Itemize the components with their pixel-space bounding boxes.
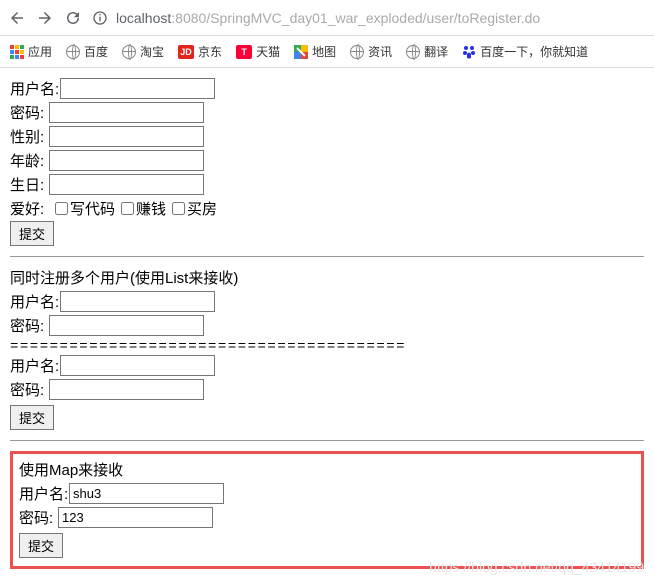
- hobby-label: 爱好:: [10, 198, 49, 219]
- jd-bookmark[interactable]: JD京东: [178, 43, 222, 60]
- password-label: 密码:: [10, 315, 49, 336]
- forward-button[interactable]: [36, 9, 54, 27]
- baidu-bookmark[interactable]: 百度: [66, 43, 108, 60]
- back-button[interactable]: [8, 9, 26, 27]
- hobby3-label: 买房: [187, 198, 217, 219]
- list-password-input-1[interactable]: [49, 315, 204, 336]
- birthday-label: 生日:: [10, 174, 49, 195]
- gender-input[interactable]: [49, 126, 204, 147]
- hobby1-label: 写代码: [70, 198, 115, 219]
- globe-icon: [66, 45, 80, 59]
- divider: [10, 256, 644, 257]
- form-list: 同时注册多个用户(使用List来接收) 用户名: 密码: ===========…: [10, 267, 644, 430]
- username-label: 用户名:: [10, 78, 60, 99]
- reload-button[interactable]: [64, 9, 82, 27]
- separator-text: ========================================: [10, 339, 644, 355]
- age-input[interactable]: [49, 150, 204, 171]
- form-basic: 用户名: 密码: 性别: 年龄: 生日: 爱好: 写代码 赚钱 买房 提交: [10, 78, 644, 246]
- baidu-hp-bookmark[interactable]: 百度一下，你就知道: [462, 43, 588, 60]
- baidu-icon: [462, 45, 476, 59]
- map-bookmark[interactable]: 地图: [294, 43, 336, 60]
- username-input[interactable]: [60, 78, 215, 99]
- taobao-bookmark[interactable]: 淘宝: [122, 43, 164, 60]
- password-input[interactable]: [49, 102, 204, 123]
- tmall-bookmark[interactable]: T天猫: [236, 43, 280, 60]
- username-label: 用户名:: [10, 355, 60, 376]
- apps-icon: [10, 45, 24, 59]
- map-password-input[interactable]: [58, 507, 213, 528]
- globe-icon: [350, 45, 364, 59]
- submit-button[interactable]: 提交: [19, 533, 63, 558]
- submit-button[interactable]: 提交: [10, 405, 54, 430]
- form-list-title: 同时注册多个用户(使用List来接收): [10, 267, 644, 288]
- form-map-highlighted: 使用Map来接收 用户名: 密码: 提交: [10, 451, 644, 569]
- map-username-input[interactable]: [69, 483, 224, 504]
- username-label: 用户名:: [10, 291, 60, 312]
- submit-button[interactable]: 提交: [10, 221, 54, 246]
- bookmarks-bar: 应用 百度 淘宝 JD京东 T天猫 地图 资讯 翻译 百度一下，你就知道: [0, 36, 654, 68]
- url-text: localhost:8080/SpringMVC_day01_war_explo…: [116, 10, 540, 26]
- globe-icon: [406, 45, 420, 59]
- globe-icon: [122, 45, 136, 59]
- hobby-checkbox-code[interactable]: [55, 202, 68, 215]
- info-icon: [92, 10, 108, 26]
- username-label: 用户名:: [19, 483, 69, 504]
- list-password-input-2[interactable]: [49, 379, 204, 400]
- list-username-input-2[interactable]: [60, 355, 215, 376]
- list-username-input-1[interactable]: [60, 291, 215, 312]
- browser-toolbar: localhost:8080/SpringMVC_day01_war_explo…: [0, 0, 654, 36]
- divider: [10, 440, 644, 441]
- age-label: 年龄:: [10, 150, 49, 171]
- hobby-checkbox-money[interactable]: [121, 202, 134, 215]
- hobby-checkbox-house[interactable]: [172, 202, 185, 215]
- map-icon: [294, 45, 308, 59]
- tmall-icon: T: [236, 45, 252, 59]
- apps-bookmark[interactable]: 应用: [10, 43, 52, 60]
- apps-label: 应用: [28, 43, 52, 60]
- news-bookmark[interactable]: 资讯: [350, 43, 392, 60]
- jd-icon: JD: [178, 45, 194, 59]
- form-map-title: 使用Map来接收: [19, 459, 635, 480]
- gender-label: 性别:: [10, 126, 49, 147]
- translate-bookmark[interactable]: 翻译: [406, 43, 448, 60]
- password-label: 密码:: [10, 102, 49, 123]
- password-label: 密码:: [19, 507, 58, 528]
- address-bar[interactable]: localhost:8080/SpringMVC_day01_war_explo…: [92, 10, 646, 26]
- page-content: 用户名: 密码: 性别: 年龄: 生日: 爱好: 写代码 赚钱 买房 提交 同时…: [0, 68, 654, 579]
- password-label: 密码:: [10, 379, 49, 400]
- hobby2-label: 赚钱: [136, 198, 166, 219]
- birthday-input[interactable]: [49, 174, 204, 195]
